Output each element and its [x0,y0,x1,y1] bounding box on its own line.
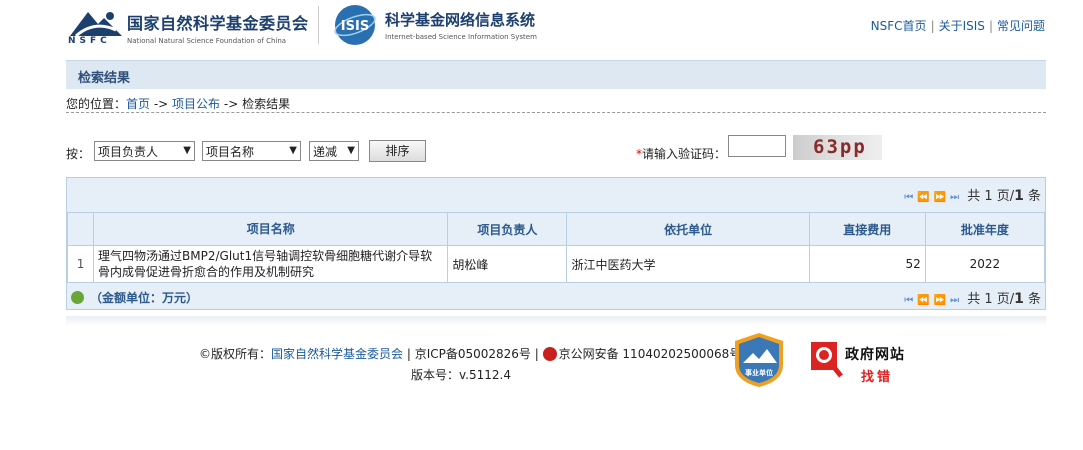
breadcrumb-sep: -> [220,97,243,111]
badge1-text: 事业单位 [745,368,773,377]
isis-name-en: Internet-based Science Information Syste… [385,33,537,41]
row-institution: 浙江中医药大学 [566,245,810,283]
table-header-row: 项目名称 项目负责人 依托单位 直接费用 批准年度 [66,212,1046,246]
sort-order-value: 递减 [313,145,338,159]
col-leader: 项目负责人 [447,212,568,246]
version-label: 版本号： [411,368,460,382]
breadcrumb-prefix: 您的位置： [66,97,127,111]
breadcrumb-section[interactable]: 项目公布 [172,97,220,111]
col-direct-cost: 直接费用 [808,212,926,246]
nsfc-name-cn: 国家自然科学基金委员会 [127,14,309,33]
gov-site-error-badge[interactable]: 政府网站 找错 [809,336,909,385]
captcha-label: *请输入验证码： [636,145,726,162]
pager-nav-icons[interactable]: ⏮⏪⏩⏭ [904,295,963,306]
nsfc-tag: NSFC [68,36,111,46]
sort-secondary-value: 项目名称 [206,145,255,159]
page-title: 检索结果 [78,71,131,86]
row-index: 1 [66,245,95,283]
col-institution: 依托单位 [566,212,810,246]
police-emblem-icon [542,347,557,361]
breadcrumb-home[interactable]: 首页 [126,97,150,111]
pager-nav-icons[interactable]: ⏮⏪⏩⏭ [904,192,963,203]
police-record: 京公网安备 11040202500068号 [558,347,742,361]
icp-record: | 京ICP备05002826号 | [403,347,543,361]
sort-row: 按： 项目负责人 ▼ 项目名称 ▼ 递减 ▼ 排序 *请输入验证码： 63pp [66,135,1046,163]
nav-separator: | [930,19,935,33]
sort-order-select[interactable]: 递减 ▼ [309,141,359,161]
currency-unit-note: （金额单位：万元） [71,289,198,306]
nav-separator: | [988,19,993,33]
unit-text: （金额单位：万元） [90,291,199,305]
col-approval-year: 批准年度 [924,212,1046,246]
nsfc-logo-text: 国家自然科学基金委员会 National Natural Science Fou… [127,10,309,45]
page-title-bar: 检索结果 [66,60,1046,89]
top-nav: NSFC首页 | 关于ISIS | 常见问题 [871,17,1045,34]
isis-logo-text: ISIS [341,19,369,34]
captcha-image[interactable]: 63pp [793,135,882,160]
nsfc-name-en: National Natural Science Foundation of C… [127,37,287,45]
site-header: NSFC 国家自然科学基金委员会 National Natural Scienc… [0,0,1083,56]
row-direct-cost: 52 [808,245,926,283]
version-number: v.5112.4 [459,368,511,382]
row-project-name: 理气四物汤通过BMP2/Glut1信号轴调控软骨细胞糖代谢介导软骨内成骨促进骨折… [93,245,449,283]
copyright-line: ©版权所有：国家自然科学基金委员会 | 京ICP备05002826号 | 京公网… [199,345,741,362]
badge2-line1: 政府网站 [845,347,905,363]
captcha-image-text: 63pp [813,136,867,158]
chevron-down-icon: ▼ [183,145,191,156]
nav-about-isis[interactable]: 关于ISIS [939,19,985,33]
footer-band [66,316,1046,326]
badge2-line2: 找错 [861,370,894,385]
sort-field-value: 项目负责人 [98,145,159,159]
sort-field-select[interactable]: 项目负责人 ▼ [94,141,195,161]
isis-name-cn: 科学基金网络信息系统 [385,11,536,29]
isis-logo-icon[interactable]: ISIS [332,3,378,47]
public-institution-badge-icon[interactable]: 事业单位 [733,331,785,389]
copyright-owner-link[interactable]: 国家自然科学基金委员会 [271,347,403,361]
pager-count: 1 [1014,188,1024,204]
nav-faq[interactable]: 常见问题 [997,19,1045,33]
table-row[interactable]: 1 理气四物汤通过BMP2/Glut1信号轴调控软骨细胞糖代谢介导软骨内成骨促进… [66,245,1046,283]
chevron-down-icon: ▼ [289,145,297,156]
sort-label: 按： [66,147,91,161]
nav-nsfc-home[interactable]: NSFC首页 [871,19,927,33]
header-divider [318,6,319,44]
pager-total: 共 1 页/ [967,189,1015,204]
chevron-down-icon: ▼ [347,145,355,156]
sort-secondary-select[interactable]: 项目名称 ▼ [202,141,301,161]
version-line: 版本号：v.5112.4 [411,366,511,383]
row-leader: 胡松峰 [447,245,568,283]
pager-count: 1 [1014,291,1024,307]
pager-total: 共 1 页/ [967,292,1015,307]
results-table: 项目名称 项目负责人 依托单位 直接费用 批准年度 1 理气四物汤通过BMP2/… [66,212,1046,283]
row-approval-year: 2022 [924,245,1046,283]
breadcrumb: 您的位置：首页 -> 项目公布 -> 检索结果 [66,95,1046,113]
pager-bottom: ⏮⏪⏩⏭ 共 1 页/1 条 [904,288,1041,308]
breadcrumb-sep: -> [150,97,173,111]
copyright-prefix: ©版权所有： [199,347,272,361]
breadcrumb-current: 检索结果 [242,97,291,111]
captcha-input[interactable] [728,135,786,157]
sort-button[interactable]: 排序 [369,140,426,162]
col-index [66,212,95,246]
pager-unit: 条 [1023,189,1041,204]
col-project-name: 项目名称 [93,212,449,246]
results-panel: ⏮⏪⏩⏭ 共 1 页/1 条 项目名称 项目负责人 依托单位 直接费用 批准年度 … [66,177,1046,310]
pager-top: ⏮⏪⏩⏭ 共 1 页/1 条 [904,185,1041,205]
magnifier-icon [811,342,843,378]
pager-unit: 条 [1023,292,1041,307]
captcha-label-text: 请输入验证码： [642,147,727,161]
isis-logo-text-block: 科学基金网络信息系统 Internet-based Science Inform… [385,9,537,41]
refresh-icon [71,291,84,304]
